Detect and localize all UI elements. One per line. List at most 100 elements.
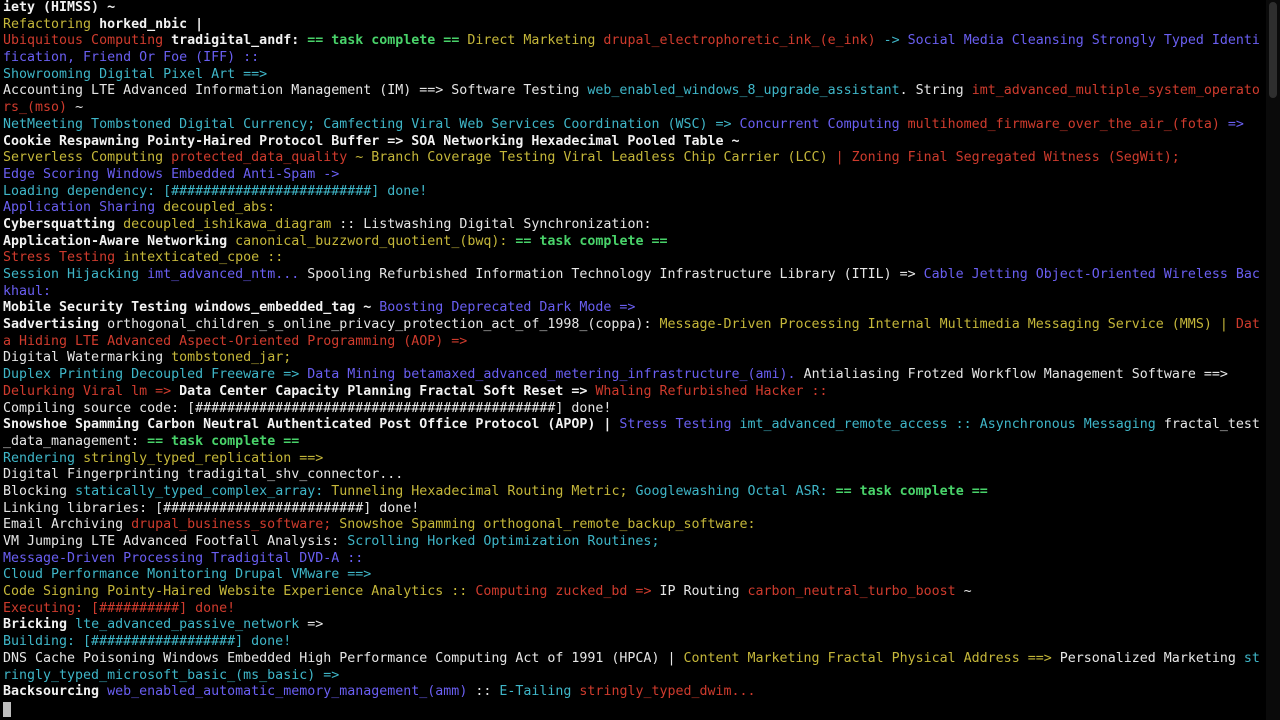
terminal-text-segment: Email Archiving bbox=[3, 517, 132, 533]
terminal-text-segment: == task complete == bbox=[515, 233, 668, 249]
terminal-line: Digital Fingerprinting tradigital_shv_co… bbox=[3, 467, 1265, 484]
terminal-text-segment: orthogonal_children_s_online_privacy_pro… bbox=[107, 317, 660, 333]
terminal-text-segment: web_enabled_automatic_memory_management_… bbox=[107, 684, 476, 700]
terminal-text-segment: Building: [##################] done! bbox=[3, 634, 292, 650]
terminal-text-segment: == task complete == bbox=[835, 483, 988, 499]
terminal-text-segment: Stress Testing bbox=[619, 417, 740, 433]
terminal-text-segment: NetMeeting Tombstoned Digital Currency; … bbox=[3, 116, 740, 132]
terminal-text-segment: lte_advanced_passive_network bbox=[75, 617, 308, 633]
terminal-text-segment: => bbox=[307, 617, 324, 633]
terminal-text-segment: decoupled_ishikawa_diagram bbox=[123, 216, 340, 232]
terminal-line: Cloud Performance Monitoring Drupal VMwa… bbox=[3, 567, 1265, 584]
terminal-text-segment: => bbox=[1227, 116, 1244, 132]
terminal-text-segment: Cookie Respawning Pointy-Haired Protocol… bbox=[3, 133, 740, 149]
terminal-line: Message-Driven Processing Tradigital DVD… bbox=[3, 551, 1265, 568]
terminal-line: Ubiquitous Computing tradigital_andf: ==… bbox=[3, 33, 1265, 50]
terminal-text-segment: Cloud Performance Monitoring Drupal VMwa… bbox=[3, 567, 372, 583]
terminal-line: Email Archiving drupal_business_software… bbox=[3, 517, 1265, 534]
terminal-text-segment: stringly_typed_replication ==> bbox=[83, 450, 324, 466]
terminal-line: Application-Aware Networking canonical_b… bbox=[3, 234, 1265, 251]
terminal-line: Building: [##################] done! bbox=[3, 634, 1265, 651]
terminal-text-segment: intexticated_cpoe :: bbox=[123, 250, 284, 266]
terminal-line: Accounting LTE Advanced Information Mana… bbox=[3, 83, 1265, 100]
terminal-text-segment: Computing zucked_bd => bbox=[475, 584, 660, 600]
terminal-line: Snowshoe Spamming Carbon Neutral Authent… bbox=[3, 417, 1265, 434]
terminal-text-segment: -> bbox=[883, 33, 908, 49]
scrollbar-thumb[interactable] bbox=[1269, 2, 1277, 98]
terminal-text-segment: Executing: [##########] done! bbox=[3, 600, 236, 616]
terminal-window[interactable]: iety (HIMSS) ~ Refactoring horked_nbic | U… bbox=[0, 0, 1280, 720]
terminal-text-segment: decoupled_abs: bbox=[163, 200, 276, 216]
terminal-output: iety (HIMSS) ~ Refactoring horked_nbic | U… bbox=[3, 0, 1265, 718]
prompt-line[interactable] bbox=[3, 701, 1265, 718]
terminal-scrollbar[interactable] bbox=[1266, 0, 1280, 720]
terminal-text-segment: Blocking bbox=[3, 483, 76, 499]
terminal-text-segment: Data Mining bbox=[307, 367, 404, 383]
terminal-text-segment: Content Marketing Fractal Physical Addre… bbox=[683, 650, 1060, 666]
terminal-text-segment: Digital Fingerprinting tradigital_shv_co… bbox=[3, 467, 404, 483]
terminal-text-segment: horked_nbic | bbox=[99, 16, 204, 32]
terminal-text-segment: tombstoned_jar; bbox=[171, 350, 292, 366]
terminal-text-segment: ringly_typed_microsoft_basic_(ms_basic) … bbox=[3, 667, 340, 683]
terminal-line: Sadvertising orthogonal_children_s_onlin… bbox=[3, 317, 1265, 334]
terminal-text-segment: ~ bbox=[963, 584, 972, 600]
terminal-line: Refactoring horked_nbic | bbox=[3, 17, 1265, 34]
terminal-text-segment: _data_management: bbox=[3, 433, 148, 449]
terminal-text-segment: Serverless Computing bbox=[3, 150, 172, 166]
terminal-text-segment: web_enabled_windows_8_upgrade_assistant bbox=[587, 83, 900, 99]
terminal-line: Duplex Printing Decoupled Freeware => Da… bbox=[3, 367, 1265, 384]
terminal-text-segment: khaul: bbox=[3, 283, 52, 299]
terminal-text-segment: st bbox=[1243, 650, 1260, 666]
terminal-text-segment: Snowshoe Spamming Carbon Neutral Authent… bbox=[3, 417, 620, 433]
terminal-line: Linking libraries: [####################… bbox=[3, 501, 1265, 518]
terminal-text-segment: canonical_buzzword_quotient_(bwq): bbox=[235, 233, 516, 249]
terminal-text-segment: Snowshoe Spamming orthogonal_remote_back… bbox=[339, 517, 756, 533]
terminal-text-segment: Googlewashing Octal ASR: bbox=[635, 483, 836, 499]
terminal-line: Executing: [##########] done! bbox=[3, 601, 1265, 618]
terminal-text-segment: | Zoning Final Segregated Witness (SegWi… bbox=[835, 150, 1180, 166]
terminal-line: fication, Friend Or Foe (IFF) :: bbox=[3, 50, 1265, 67]
terminal-text-segment: a Hiding LTE Advanced Aspect-Oriented Pr… bbox=[3, 333, 468, 349]
terminal-line: DNS Cache Poisoning Windows Embedded Hig… bbox=[3, 651, 1265, 668]
terminal-text-segment: Bricking bbox=[3, 617, 76, 633]
terminal-text-segment: VM Jumping LTE Advanced Footfall Analysi… bbox=[3, 534, 348, 549]
terminal-line: Loading dependency: [###################… bbox=[3, 184, 1265, 201]
terminal-line: rs_(mso) ~ bbox=[3, 100, 1265, 117]
terminal-text-segment: iety (HIMSS) ~ bbox=[3, 0, 116, 15]
terminal-text-segment: multihomed_firmware_over_the_air_(fota) bbox=[907, 116, 1228, 132]
terminal-text-segment: :: bbox=[475, 684, 500, 700]
terminal-text-segment: Refactoring bbox=[3, 16, 100, 32]
terminal-line: Mobile Security Testing windows_embedded… bbox=[3, 300, 1265, 317]
terminal-line: Cybersquatting decoupled_ishikawa_diagra… bbox=[3, 217, 1265, 234]
terminal-text-segment: . String bbox=[899, 83, 972, 99]
terminal-text-segment: fractal_test bbox=[1163, 417, 1260, 433]
terminal-line: Serverless Computing protected_data_qual… bbox=[3, 150, 1265, 167]
terminal-line: Delurking Viral lm => Data Center Capaci… bbox=[3, 384, 1265, 401]
terminal-text-segment: Duplex Printing Decoupled Freeware => bbox=[3, 367, 308, 383]
terminal-text-segment: stringly_typed_dwim... bbox=[579, 684, 756, 700]
terminal-text-segment: Spooling Refurbished Information Technol… bbox=[307, 267, 924, 282]
terminal-line: Blocking statically_typed_complex_array:… bbox=[3, 484, 1265, 501]
terminal-text-segment: Concurrent Computing bbox=[739, 116, 908, 132]
terminal-line: NetMeeting Tombstoned Digital Currency; … bbox=[3, 117, 1265, 134]
terminal-line: Digital Watermarking tombstoned_jar; bbox=[3, 350, 1265, 367]
terminal-text-segment: E-Tailing bbox=[499, 684, 580, 700]
terminal-text-segment: Direct Marketing bbox=[467, 33, 604, 49]
terminal-line: iety (HIMSS) ~ bbox=[3, 0, 1265, 17]
terminal-text-segment: tradigital_andf: bbox=[171, 33, 308, 49]
terminal-text-segment: Backsourcing bbox=[3, 684, 108, 700]
terminal-line: Code Signing Pointy-Haired Website Exper… bbox=[3, 584, 1265, 601]
terminal-text-segment: Message-Driven Processing Internal Multi… bbox=[659, 317, 1236, 333]
terminal-text-segment: Delurking Viral lm => bbox=[3, 383, 180, 399]
terminal-text-segment: Edge Scoring Windows Embedded Anti-Spam … bbox=[3, 166, 340, 182]
terminal-line: Compiling source code: [################… bbox=[3, 401, 1265, 418]
terminal-text-segment: Session Hijacking bbox=[3, 267, 148, 282]
terminal-line: Showrooming Digital Pixel Art ==> bbox=[3, 67, 1265, 84]
terminal-text-segment: IP Routing bbox=[659, 584, 748, 600]
terminal-line: Session Hijacking imt_advanced_ntm... Sp… bbox=[3, 267, 1265, 284]
terminal-text-segment: imt_advanced_ntm... bbox=[147, 267, 308, 282]
terminal-text-segment: Tunneling Hexadecimal Routing Metric; bbox=[331, 483, 636, 499]
terminal-line: khaul: bbox=[3, 284, 1265, 301]
terminal-text-segment: Antialiasing Frotzed Workflow Management… bbox=[803, 367, 1228, 383]
terminal-text-segment: Personalized Marketing bbox=[1059, 650, 1244, 666]
